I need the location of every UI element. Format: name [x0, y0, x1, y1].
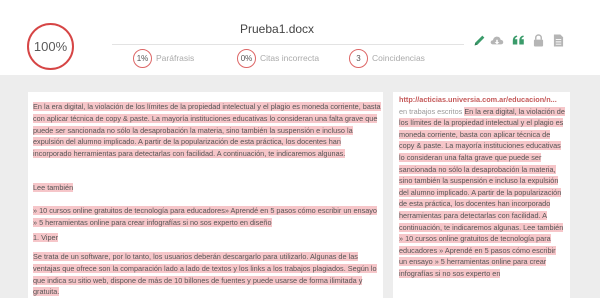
source-matched-text: En la era digital, la violación de los l… — [399, 106, 565, 278]
document-paragraph: 1. Viper — [33, 232, 59, 244]
highlighted-plagiarism-text[interactable]: En la era digital, la violación de los l… — [33, 102, 381, 159]
metric-paraphrase-label: Paráfrasis — [156, 53, 195, 63]
document-paragraph: » 10 cursos online gratuitos de tecnolog… — [33, 205, 381, 229]
highlighted-plagiarism-text[interactable]: » 10 cursos online gratuitos de tecnolog… — [33, 206, 377, 227]
metric-incorrect-citations[interactable]: 0% Citas incorrecta — [237, 48, 319, 68]
metric-matches-label: Coincidencias — [372, 53, 425, 63]
source-meta: en trabajos escritos — [399, 106, 463, 116]
lock-icon[interactable] — [531, 32, 545, 48]
document-icon[interactable] — [551, 32, 565, 48]
pencil-icon[interactable] — [472, 32, 486, 48]
document-filename: Prueba1.docx — [240, 22, 315, 36]
metric-paraphrase-value: 1% — [133, 48, 152, 68]
source-url-link[interactable]: http://acticias.universia.com.ar/educaci… — [399, 95, 557, 104]
metric-incorrect-citations-value: 0% — [237, 48, 256, 68]
quote-icon[interactable] — [511, 32, 525, 48]
source-match-panel: http://acticias.universia.com.ar/educaci… — [393, 92, 570, 298]
metric-matches[interactable]: 3 Coincidencias — [349, 48, 425, 68]
metric-paraphrase[interactable]: 1% Paráfrasis — [133, 48, 194, 68]
header-divider — [112, 44, 464, 45]
highlighted-plagiarism-text[interactable]: 1. Viper — [33, 233, 59, 242]
document-paragraph: Lee también — [33, 182, 74, 194]
metric-matches-value: 3 — [349, 48, 368, 68]
document-content-panel: En la era digital, la violación de los l… — [28, 92, 383, 298]
source-match-body: http://acticias.universia.com.ar/educaci… — [399, 94, 565, 280]
highlighted-plagiarism-text[interactable]: Lee también — [33, 183, 74, 192]
highlighted-plagiarism-text[interactable]: Se trata de un software, por lo tanto, l… — [33, 252, 377, 297]
document-paragraph: En la era digital, la violación de los l… — [33, 101, 381, 160]
cloud-download-icon[interactable] — [490, 32, 504, 48]
document-paragraph: Se trata de un software, por lo tanto, l… — [33, 251, 378, 298]
metric-incorrect-citations-label: Citas incorrecta — [260, 53, 320, 63]
header-bar: 100% Prueba1.docx 1% Paráfrasis 0% Citas… — [0, 0, 600, 75]
similarity-score: 100% — [27, 23, 74, 70]
